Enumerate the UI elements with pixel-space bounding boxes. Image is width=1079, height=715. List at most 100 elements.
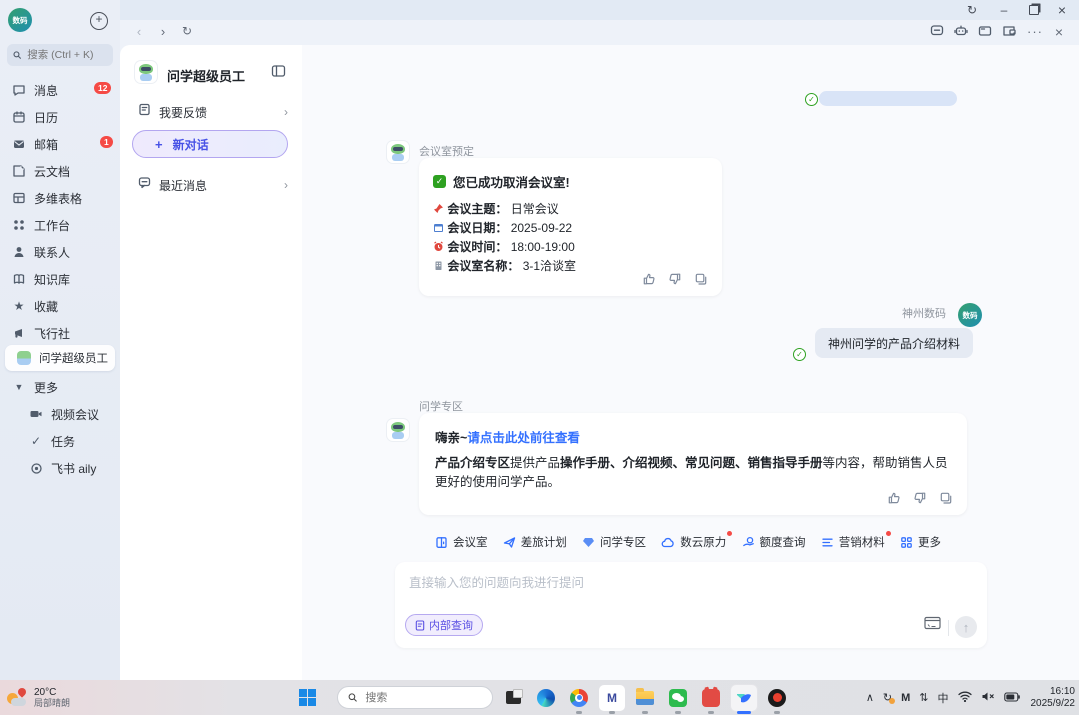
sidebar-item-more[interactable]: ▼ 更多 xyxy=(0,375,120,399)
agent-avatar xyxy=(135,61,157,83)
tray-date: 2025/9/22 xyxy=(1031,698,1076,710)
internal-query-chip[interactable]: 内部查询 xyxy=(405,614,483,636)
sidebar-item-wiki[interactable]: 知识库 xyxy=(0,267,120,291)
thumbs-up-icon[interactable] xyxy=(887,491,901,505)
robot-icon[interactable] xyxy=(952,24,970,41)
tray-expand-icon[interactable]: ∧ xyxy=(866,691,874,704)
sidebar-item-docs[interactable]: 云文档 xyxy=(0,159,120,183)
record-app-icon[interactable] xyxy=(764,685,790,711)
tray-time: 16:10 xyxy=(1031,686,1076,698)
table-icon xyxy=(11,191,27,205)
back-icon[interactable]: ‹ xyxy=(130,24,148,39)
chip-more[interactable]: 更多 xyxy=(900,534,941,550)
restore-button[interactable] xyxy=(1023,2,1045,18)
sidebar-item-base[interactable]: 多维表格 xyxy=(0,186,120,210)
feishu-icon[interactable] xyxy=(731,685,757,711)
ime-indicator[interactable]: 中 xyxy=(938,690,949,706)
sidebar-item-flight-club[interactable]: 飞行社 xyxy=(0,321,120,345)
m-tray-icon[interactable]: M xyxy=(901,692,910,704)
meeting-card: ✓ 您已成功取消会议室! 会议主题： 日常会议 会议日期： 2025-09-22… xyxy=(419,158,722,296)
wenxue-app-window: ‹ › ↻ ··· × 问学超级员工 我要反馈 › + 新对话 xyxy=(120,20,1079,680)
weather-widget[interactable]: 20°C 局部晴朗 xyxy=(6,687,70,709)
sidebar-item-calendar[interactable]: 日历 xyxy=(0,105,120,129)
miniplayer-icon[interactable] xyxy=(976,24,994,41)
collapse-panel-icon[interactable] xyxy=(271,64,286,83)
chip-marketing-material[interactable]: 营销材料 xyxy=(821,534,885,550)
add-plus-icon[interactable]: + xyxy=(90,12,108,30)
edge-icon[interactable] xyxy=(533,685,559,711)
go-view-link[interactable]: 请点击此处前往查看 xyxy=(467,431,580,445)
message-icon[interactable] xyxy=(928,24,946,41)
user-avatar[interactable]: 数码 xyxy=(8,8,32,32)
app-close-icon[interactable]: × xyxy=(1050,24,1068,40)
check-icon: ✓ xyxy=(28,434,44,448)
calendar-emoji-icon xyxy=(433,221,444,235)
feishu-sidebar: 数码 + 消息 12 日历 邮箱 1 云文档 多维表格 工作台 联系人 知识库 … xyxy=(0,0,120,680)
forward-icon[interactable]: › xyxy=(154,24,172,39)
refresh-icon[interactable]: ↻ xyxy=(178,24,196,38)
sidebar-item-favorites[interactable]: ★ 收藏 xyxy=(0,294,120,318)
copy-icon[interactable] xyxy=(939,491,953,505)
sidebar-item-video-meeting[interactable]: 视频会议 xyxy=(0,402,137,426)
clock-widget[interactable]: 16:10 2025/9/22 xyxy=(1031,686,1076,710)
m-app-icon[interactable]: M xyxy=(599,685,625,711)
send-button[interactable]: ↑ xyxy=(955,616,977,638)
message-input[interactable] xyxy=(407,570,971,614)
shortcut-keyboard-icon[interactable] xyxy=(924,616,941,635)
apps-grid-icon xyxy=(900,536,913,549)
open-in-window-icon[interactable] xyxy=(1000,24,1018,41)
sidebar-item-contacts[interactable]: 联系人 xyxy=(0,240,120,264)
weather-temp: 20°C xyxy=(34,687,70,698)
chip-wenxue-zone[interactable]: 问学专区 xyxy=(582,534,646,550)
close-button[interactable]: × xyxy=(1051,2,1073,18)
feedback-doc-icon xyxy=(138,103,151,121)
sidebar-search[interactable] xyxy=(7,44,113,66)
task-view-button[interactable] xyxy=(500,685,526,711)
person-icon xyxy=(11,245,27,259)
grid-icon xyxy=(11,218,27,232)
aily-gear-icon xyxy=(28,462,44,475)
chip-travel-plan[interactable]: 差旅计划 xyxy=(503,534,567,550)
volume-muted-icon[interactable] xyxy=(981,689,995,707)
network-activity-icon[interactable]: ⇅ xyxy=(919,691,928,704)
chip-shuyun-power[interactable]: 数云原力 xyxy=(661,534,726,550)
thumbs-up-icon[interactable] xyxy=(642,272,656,286)
star-icon: ★ xyxy=(11,299,27,313)
red-app-icon[interactable] xyxy=(698,685,724,711)
new-dot xyxy=(886,531,891,536)
sidebar-item-tasks[interactable]: ✓ 任务 xyxy=(0,429,137,453)
copy-icon[interactable] xyxy=(694,272,708,286)
chip-quota-query[interactable]: 额度查询 xyxy=(742,534,806,550)
search-icon xyxy=(13,50,21,60)
history-icon[interactable]: ↻ xyxy=(961,2,983,18)
mail-icon xyxy=(11,137,27,151)
taskbar-search-input[interactable] xyxy=(363,691,482,705)
update-icon[interactable]: ↻ xyxy=(883,691,892,704)
recent-messages-item[interactable]: 最近消息 › xyxy=(120,172,302,198)
taskbar-search[interactable] xyxy=(337,686,493,709)
search-input[interactable] xyxy=(25,48,107,62)
chat-icon xyxy=(11,83,27,97)
wechat-icon[interactable] xyxy=(665,685,691,711)
card-field: 会议主题： 日常会议 xyxy=(433,200,708,219)
sidebar-item-workplace[interactable]: 工作台 xyxy=(0,213,120,237)
sidebar-item-wenxue-agent[interactable]: 问学超级员工 xyxy=(5,345,115,371)
card-field: 会议日期： 2025-09-22 xyxy=(433,219,708,238)
chip-meeting-room[interactable]: 会议室 xyxy=(435,534,488,550)
thumbs-down-icon[interactable] xyxy=(668,272,682,286)
feedback-item[interactable]: 我要反馈 › xyxy=(120,99,302,125)
card-field: 会议时间： 18:00-19:00 xyxy=(433,238,708,257)
sidebar-item-aily[interactable]: 飞书 aily xyxy=(0,456,137,480)
battery-icon[interactable] xyxy=(1004,689,1020,707)
start-button[interactable] xyxy=(294,685,320,711)
more-icon[interactable]: ··· xyxy=(1026,24,1044,39)
chrome-icon[interactable] xyxy=(566,685,592,711)
book-icon xyxy=(11,272,27,286)
divider xyxy=(948,620,949,636)
wifi-icon[interactable] xyxy=(958,689,972,707)
minimize-button[interactable]: – xyxy=(993,2,1015,18)
file-explorer-icon[interactable] xyxy=(632,685,658,711)
windows-logo-icon xyxy=(299,689,316,706)
new-chat-button[interactable]: + 新对话 xyxy=(132,130,288,158)
thumbs-down-icon[interactable] xyxy=(913,491,927,505)
